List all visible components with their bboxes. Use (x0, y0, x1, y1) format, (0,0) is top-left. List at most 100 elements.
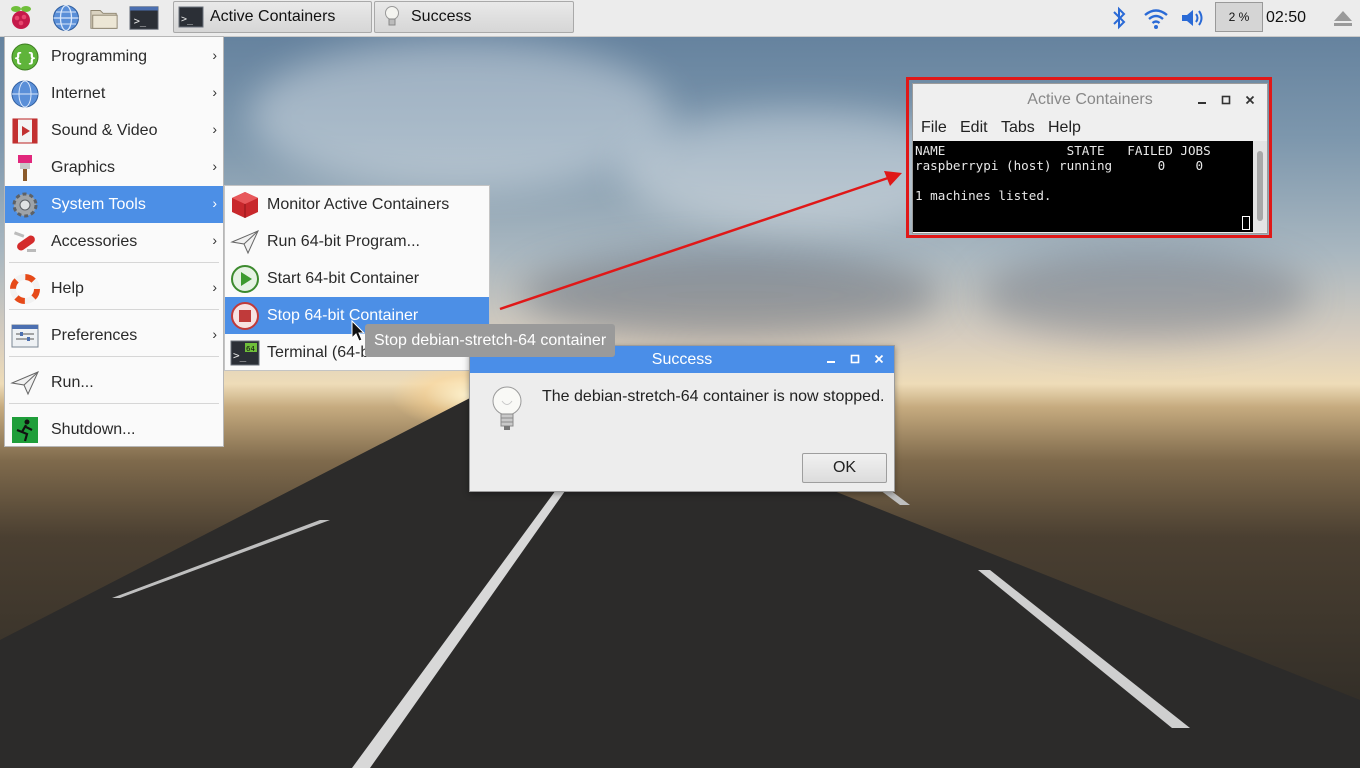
menu-separator (9, 309, 219, 310)
chevron-right-icon: › (212, 195, 217, 211)
menu-separator (9, 262, 219, 263)
task-success[interactable]: Success (374, 1, 574, 33)
menu-item-label: Accessories (51, 232, 138, 250)
menu-help[interactable]: Help (1048, 119, 1081, 137)
minimize-icon[interactable] (822, 350, 840, 368)
menu-separator (9, 403, 219, 404)
menu-tabs[interactable]: Tabs (1001, 119, 1035, 137)
svg-text:>_: >_ (181, 14, 194, 25)
clock[interactable]: 02:50 (1266, 0, 1306, 36)
active-containers-window: Active Containers File Edit Tabs Help NA… (912, 83, 1268, 234)
menu-separator (9, 356, 219, 357)
menu-item-programming[interactable]: { } Programming › (5, 38, 223, 75)
chevron-right-icon: › (212, 232, 217, 248)
task-active-containers[interactable]: >_ Active Containers (173, 1, 372, 33)
terminal-scrollbar[interactable] (1253, 141, 1267, 232)
menu-item-label: Graphics (51, 158, 116, 176)
programming-icon: { } (9, 41, 41, 73)
svg-text:>_: >_ (233, 349, 247, 362)
task-label: Success (411, 8, 472, 25)
ok-button[interactable]: OK (802, 453, 887, 483)
globe-icon (9, 78, 41, 110)
menu-item-preferences[interactable]: Preferences › (5, 317, 223, 354)
task-label: Active Containers (210, 8, 336, 25)
submenu-item-monitor-active-containers[interactable]: Monitor Active Containers (225, 186, 489, 223)
lifebuoy-icon (9, 273, 41, 305)
terminal-cursor (1242, 216, 1250, 230)
paper-plane-icon (9, 367, 41, 399)
svg-text:{ }: { } (13, 51, 36, 66)
submenu-item-label: Monitor Active Containers (267, 195, 450, 213)
chevron-right-icon: › (212, 121, 217, 137)
submenu-item-run-64bit-program[interactable]: Run 64-bit Program... (225, 223, 489, 260)
stop-icon (229, 300, 261, 332)
applications-menu: { } Programming › Internet › Sound & Vid… (4, 36, 224, 447)
wifi-icon[interactable] (1141, 3, 1171, 33)
eject-icon[interactable] (1328, 3, 1358, 33)
menu-item-label: Run... (51, 373, 94, 391)
volume-icon[interactable] (1178, 3, 1208, 33)
chevron-right-icon: › (212, 158, 217, 174)
terminal-menubar: File Edit Tabs Help (913, 117, 1267, 141)
submenu-item-start-64bit-container[interactable]: Start 64-bit Container (225, 260, 489, 297)
chevron-right-icon: › (212, 47, 217, 63)
maximize-icon[interactable] (846, 350, 864, 368)
menu-item-shutdown[interactable]: Shutdown... (5, 411, 223, 448)
menu-item-internet[interactable]: Internet › (5, 75, 223, 112)
terminal-output: NAME STATE FAILED JOBS raspberrypi (host… (915, 143, 1211, 203)
menu-item-run[interactable]: Run... (5, 364, 223, 401)
window-title: Active Containers (1027, 91, 1153, 108)
paper-plane-icon (229, 226, 261, 258)
lightbulb-icon (379, 5, 405, 29)
bluetooth-icon[interactable] (1104, 3, 1134, 33)
chevron-right-icon: › (212, 84, 217, 100)
submenu-item-label: Start 64-bit Container (267, 269, 420, 287)
menu-file[interactable]: File (921, 119, 947, 137)
chevron-right-icon: › (212, 326, 217, 342)
svg-text:>_: >_ (134, 16, 147, 28)
menu-item-sound-video[interactable]: Sound & Video › (5, 112, 223, 149)
cpu-usage-value: 2 % (1228, 10, 1250, 24)
close-icon[interactable] (870, 350, 888, 368)
lightbulb-icon (490, 384, 524, 438)
terminal-icon: >_ (178, 5, 204, 29)
svg-text:64: 64 (246, 345, 255, 353)
red-cube-icon (229, 189, 261, 221)
menu-edit[interactable]: Edit (960, 119, 988, 137)
paintbrush-icon (9, 152, 41, 184)
menu-item-accessories[interactable]: Accessories › (5, 223, 223, 260)
swiss-knife-icon (9, 226, 41, 258)
gear-icon (9, 189, 41, 221)
terminal-screen[interactable]: NAME STATE FAILED JOBS raspberrypi (host… (913, 141, 1253, 232)
menu-item-label: Shutdown... (51, 420, 136, 438)
submenu-item-label: Terminal (64-b (267, 343, 370, 361)
file-manager-icon[interactable] (89, 3, 119, 33)
film-icon (9, 115, 41, 147)
menu-item-label: Preferences (51, 326, 138, 344)
play-icon (229, 263, 261, 295)
preferences-icon (9, 320, 41, 352)
submenu-item-label: Run 64-bit Program... (267, 232, 420, 250)
minimize-icon[interactable] (1193, 91, 1211, 109)
top-panel: >_ >_ Active Containers Success 2 % 02:5… (0, 0, 1360, 37)
exit-icon (9, 414, 41, 446)
terminal-64-icon: >_ 64 (229, 337, 261, 369)
success-dialog: Success The debian-stretch-64 container … (469, 345, 895, 492)
maximize-icon[interactable] (1217, 91, 1235, 109)
menu-item-label: Help (51, 279, 84, 297)
web-browser-icon[interactable] (51, 3, 81, 33)
raspberry-menu-icon[interactable] (6, 3, 36, 33)
chevron-right-icon: › (212, 279, 217, 295)
menu-item-system-tools[interactable]: System Tools › (5, 186, 223, 223)
dialog-message: The debian-stretch-64 container is now s… (542, 388, 885, 405)
menu-item-label: System Tools (51, 195, 146, 213)
menu-item-label: Internet (51, 84, 106, 102)
menu-item-help[interactable]: Help › (5, 270, 223, 307)
menu-item-graphics[interactable]: Graphics › (5, 149, 223, 186)
tooltip: Stop debian-stretch-64 container (365, 324, 615, 357)
cpu-usage-monitor[interactable]: 2 % (1215, 2, 1263, 32)
submenu-item-label: Stop 64-bit Container (267, 306, 419, 324)
menu-item-label: Programming (51, 47, 148, 65)
terminal-launcher-icon[interactable]: >_ (129, 3, 159, 33)
close-icon[interactable] (1241, 91, 1259, 109)
